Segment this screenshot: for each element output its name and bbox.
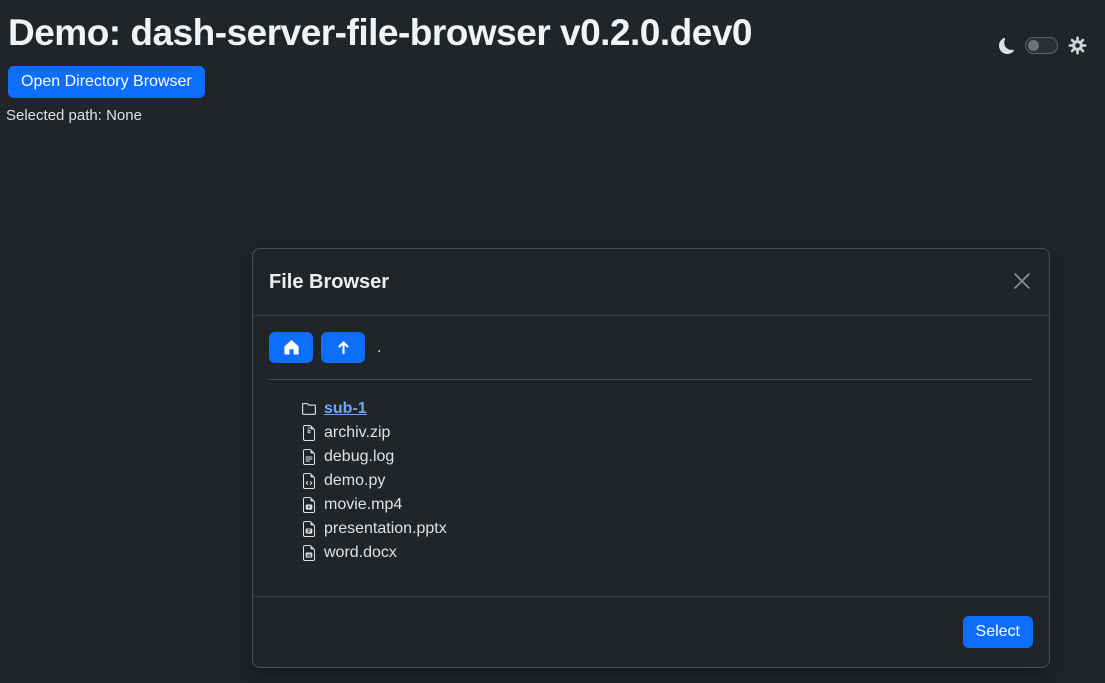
file-name: debug.log <box>324 448 394 466</box>
file-list-item: movie.mp4 <box>301 493 1033 517</box>
arrow-up-icon <box>335 339 352 356</box>
up-directory-button[interactable] <box>321 332 365 363</box>
file-list-item: archiv.zip <box>301 421 1033 445</box>
modal-body: . sub-1 archiv.zip debug.log demo.py mov… <box>253 316 1049 596</box>
modal-header: File Browser <box>253 249 1049 316</box>
file-name: movie.mp4 <box>324 496 402 514</box>
select-button[interactable]: Select <box>963 616 1033 648</box>
file-play-icon <box>301 497 317 513</box>
file-code-icon <box>301 473 317 489</box>
file-name: word.docx <box>324 544 397 562</box>
file-text-icon <box>301 449 317 465</box>
selected-path-label: Selected path: None <box>6 107 1105 124</box>
modal-footer: Select <box>253 596 1049 667</box>
file-list-item: demo.py <box>301 469 1033 493</box>
top-controls <box>999 36 1087 55</box>
file-list: sub-1 archiv.zip debug.log demo.py movie… <box>269 397 1033 565</box>
path-toolbar: . <box>269 332 1033 363</box>
close-button[interactable] <box>1011 271 1033 293</box>
switch-knob <box>1028 40 1039 51</box>
current-path-display: . <box>377 339 381 357</box>
folder-link[interactable]: sub-1 <box>324 400 367 418</box>
file-ppt-icon <box>301 521 317 537</box>
modal-title: File Browser <box>269 271 389 294</box>
file-list-item: sub-1 <box>301 397 1033 421</box>
moon-icon <box>999 38 1015 54</box>
theme-toggle-switch[interactable] <box>1025 37 1058 54</box>
file-name: archiv.zip <box>324 424 390 442</box>
file-name: demo.py <box>324 472 385 490</box>
file-list-item: word.docx <box>301 541 1033 565</box>
file-list-item: presentation.pptx <box>301 517 1033 541</box>
gear-icon[interactable] <box>1068 36 1087 55</box>
file-list-item: debug.log <box>301 445 1033 469</box>
home-button[interactable] <box>269 332 313 363</box>
toolbar-divider <box>269 379 1033 380</box>
folder-icon <box>301 401 317 417</box>
close-icon <box>1012 271 1032 291</box>
file-word-icon <box>301 545 317 561</box>
house-icon <box>283 339 300 356</box>
open-directory-browser-button[interactable]: Open Directory Browser <box>8 66 205 98</box>
page-title: Demo: dash-server-file-browser v0.2.0.de… <box>8 12 985 54</box>
file-zip-icon <box>301 425 317 441</box>
file-name: presentation.pptx <box>324 520 447 538</box>
file-browser-modal: File Browser . sub-1 archiv.zip debug.lo… <box>252 248 1050 668</box>
